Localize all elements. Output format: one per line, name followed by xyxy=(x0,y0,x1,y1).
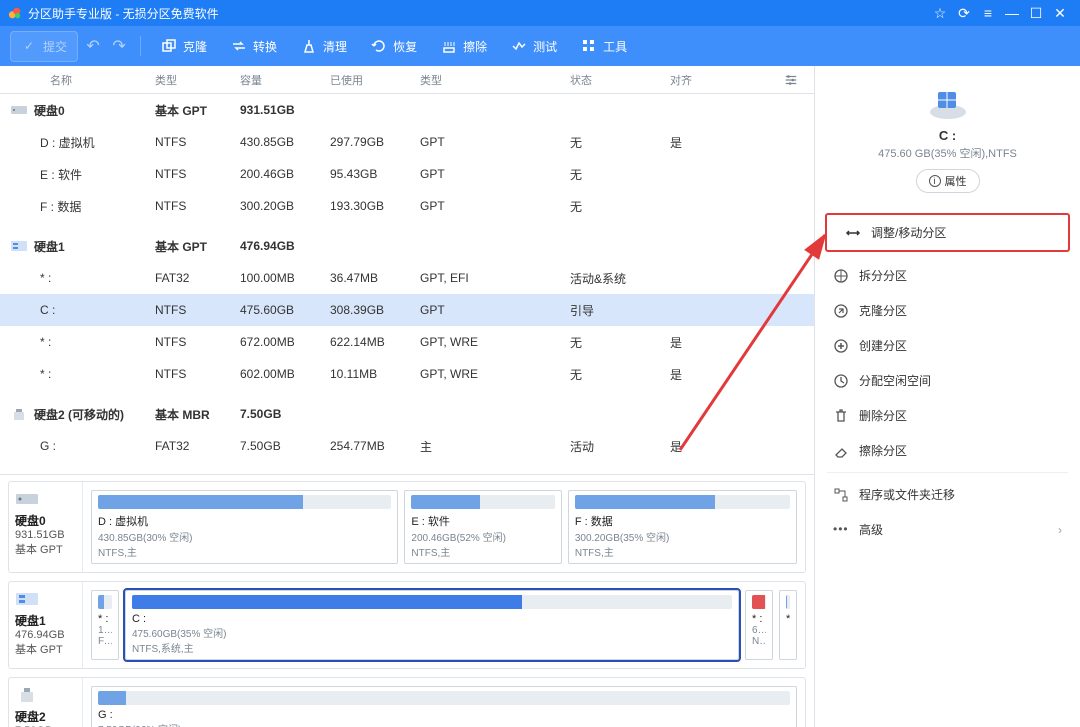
migrate-icon xyxy=(833,487,849,503)
usb-icon xyxy=(15,686,39,704)
table-header: 名称 类型 容量 已使用 类型 状态 对齐 xyxy=(0,66,814,94)
menu-icon[interactable]: ≡ xyxy=(976,1,1000,25)
submit-button[interactable]: ✓ 提交 xyxy=(10,31,78,62)
op-delete[interactable]: 删除分区 xyxy=(815,398,1080,433)
col-ptype[interactable]: 类型 xyxy=(420,72,570,88)
operations-list: 调整/移动分区 拆分分区 克隆分区 创建分区 分配空闲空间 删除分区 xyxy=(815,213,1080,547)
properties-button[interactable]: i 属性 xyxy=(916,169,980,193)
op-clone[interactable]: 克隆分区 xyxy=(815,293,1080,328)
ssd-icon xyxy=(15,590,39,608)
partition-row[interactable]: G : FAT32 7.50GB 254.77MB 主 活动 是 xyxy=(0,430,814,462)
col-status[interactable]: 状态 xyxy=(570,72,670,88)
convert-icon xyxy=(231,38,247,54)
disk-card[interactable]: 硬盘2 7.50GB G : 7.50GB(96% 空闲) xyxy=(8,677,806,727)
col-capacity[interactable]: 容量 xyxy=(240,72,330,88)
wipe-icon xyxy=(441,38,457,54)
close-button[interactable]: ✕ xyxy=(1048,1,1072,25)
toolbar-separator xyxy=(140,36,141,56)
recover-icon xyxy=(371,38,387,54)
clean-icon xyxy=(301,38,317,54)
undo-button[interactable]: ↶ xyxy=(82,35,104,57)
clone-icon xyxy=(161,38,177,54)
partition-row[interactable]: D : 虚拟机 NTFS 430.85GB 297.79GB GPT 无 是 xyxy=(0,126,814,158)
partition-box-selected[interactable]: C : 475.60GB(35% 空闲) NTFS,系统,主 xyxy=(125,590,739,660)
allocate-icon xyxy=(833,373,849,389)
app-logo-icon xyxy=(8,6,22,20)
titlebar: 分区助手专业版 - 无损分区免费软件 ☆ ⟳ ≡ — ☐ ✕ xyxy=(0,0,1080,26)
toolbar: ✓ 提交 ↶ ↷ 克隆 转换 清理 恢复 擦除 测试 工具 xyxy=(0,26,1080,66)
app-title: 分区助手专业版 - 无损分区免费软件 xyxy=(28,5,219,22)
op-split[interactable]: 拆分分区 xyxy=(815,258,1080,293)
op-migrate[interactable]: 程序或文件夹迁移 xyxy=(815,477,1080,512)
op-allocate[interactable]: 分配空闲空间 xyxy=(815,363,1080,398)
selected-drive-name: C : xyxy=(825,128,1070,143)
toolbar-tools[interactable]: 工具 xyxy=(571,32,637,61)
eraser-icon xyxy=(833,443,849,459)
hdd-icon xyxy=(15,490,39,508)
tools-icon xyxy=(581,38,597,54)
toolbar-test[interactable]: 测试 xyxy=(501,32,567,61)
create-icon xyxy=(833,338,849,354)
disk-card[interactable]: 硬盘1 476.94GB 基本 GPT * : 100... FAT... C … xyxy=(8,581,806,669)
star-icon[interactable]: ☆ xyxy=(928,1,952,25)
column-settings-icon[interactable] xyxy=(784,73,804,87)
disk-card[interactable]: 硬盘0 931.51GB 基本 GPT D : 虚拟机 430.85GB(30%… xyxy=(8,481,806,573)
disk-row[interactable]: 硬盘0 基本 GPT 931.51GB xyxy=(0,94,814,126)
info-icon: i xyxy=(929,175,941,187)
toolbar-clone[interactable]: 克隆 xyxy=(151,32,217,61)
op-advanced[interactable]: ••• 高级 › xyxy=(815,512,1080,547)
disk-row[interactable]: 硬盘2 (可移动的) 基本 MBR 7.50GB xyxy=(0,398,814,430)
partition-box[interactable]: G : 7.50GB(96% 空闲) xyxy=(91,686,797,727)
split-icon xyxy=(833,268,849,284)
usb-icon xyxy=(10,407,28,421)
partition-box[interactable]: F : 数据 300.20GB(35% 空闲) NTFS,主 xyxy=(568,490,797,564)
resize-icon xyxy=(845,225,861,241)
minimize-button[interactable]: — xyxy=(1000,1,1024,25)
disk-map: 硬盘0 931.51GB 基本 GPT D : 虚拟机 430.85GB(30%… xyxy=(0,474,814,727)
partition-box[interactable]: D : 虚拟机 430.85GB(30% 空闲) NTFS,主 xyxy=(91,490,398,564)
disk-card-info: 硬盘1 476.94GB 基本 GPT xyxy=(9,582,83,668)
partition-table: 硬盘0 基本 GPT 931.51GB D : 虚拟机 NTFS 430.85G… xyxy=(0,94,814,474)
op-resize-move[interactable]: 调整/移动分区 xyxy=(825,213,1070,252)
partition-row[interactable]: E : 软件 NTFS 200.46GB 95.43GB GPT 无 xyxy=(0,158,814,190)
separator xyxy=(827,472,1068,473)
partition-box[interactable]: * : xyxy=(779,590,797,660)
selected-drive-info: 475.60 GB(35% 空闲),NTFS xyxy=(825,145,1070,161)
submit-label: 提交 xyxy=(43,38,67,55)
op-wipe[interactable]: 擦除分区 xyxy=(815,433,1080,468)
clone-icon xyxy=(833,303,849,319)
partition-box[interactable]: * : 672... N... xyxy=(745,590,773,660)
partition-row[interactable]: * : NTFS 672.00MB 622.14MB GPT, WRE 无 是 xyxy=(0,326,814,358)
partition-row[interactable]: * : NTFS 602.00MB 10.11MB GPT, WRE 无 是 xyxy=(0,358,814,390)
partition-row[interactable]: * : FAT32 100.00MB 36.47MB GPT, EFI 活动&系… xyxy=(0,262,814,294)
toolbar-convert[interactable]: 转换 xyxy=(221,32,287,61)
col-name[interactable]: 名称 xyxy=(10,72,155,88)
chevron-right-icon: › xyxy=(1058,523,1062,537)
partition-box[interactable]: * : 100... FAT... xyxy=(91,590,119,660)
col-type[interactable]: 类型 xyxy=(155,72,240,88)
partition-row-selected[interactable]: C : NTFS 475.60GB 308.39GB GPT 引导 xyxy=(0,294,814,326)
partition-row[interactable]: F : 数据 NTFS 300.20GB 193.30GB GPT 无 xyxy=(0,190,814,222)
disk-row[interactable]: 硬盘1 基本 GPT 476.94GB xyxy=(0,230,814,262)
right-panel: C : 475.60 GB(35% 空闲),NTFS i 属性 调整/移动分区 … xyxy=(815,66,1080,727)
toolbar-recover[interactable]: 恢复 xyxy=(361,32,427,61)
op-create[interactable]: 创建分区 xyxy=(815,328,1080,363)
trash-icon xyxy=(833,408,849,424)
disk-card-info: 硬盘0 931.51GB 基本 GPT xyxy=(9,482,83,572)
hdd-icon xyxy=(10,103,28,117)
check-icon: ✓ xyxy=(21,38,37,54)
redo-button[interactable]: ↷ xyxy=(108,35,130,57)
toolbar-clean[interactable]: 清理 xyxy=(291,32,357,61)
test-icon xyxy=(511,38,527,54)
disk-card-info: 硬盘2 7.50GB xyxy=(9,678,83,727)
maximize-button[interactable]: ☐ xyxy=(1024,1,1048,25)
col-align[interactable]: 对齐 xyxy=(670,72,750,88)
toolbar-wipe[interactable]: 擦除 xyxy=(431,32,497,61)
partition-box[interactable]: E : 软件 200.46GB(52% 空闲) NTFS,主 xyxy=(404,490,561,564)
col-used[interactable]: 已使用 xyxy=(330,72,420,88)
refresh-icon[interactable]: ⟳ xyxy=(952,1,976,25)
more-icon: ••• xyxy=(833,522,849,538)
ssd-icon xyxy=(10,239,28,253)
drive-icon xyxy=(926,86,970,122)
